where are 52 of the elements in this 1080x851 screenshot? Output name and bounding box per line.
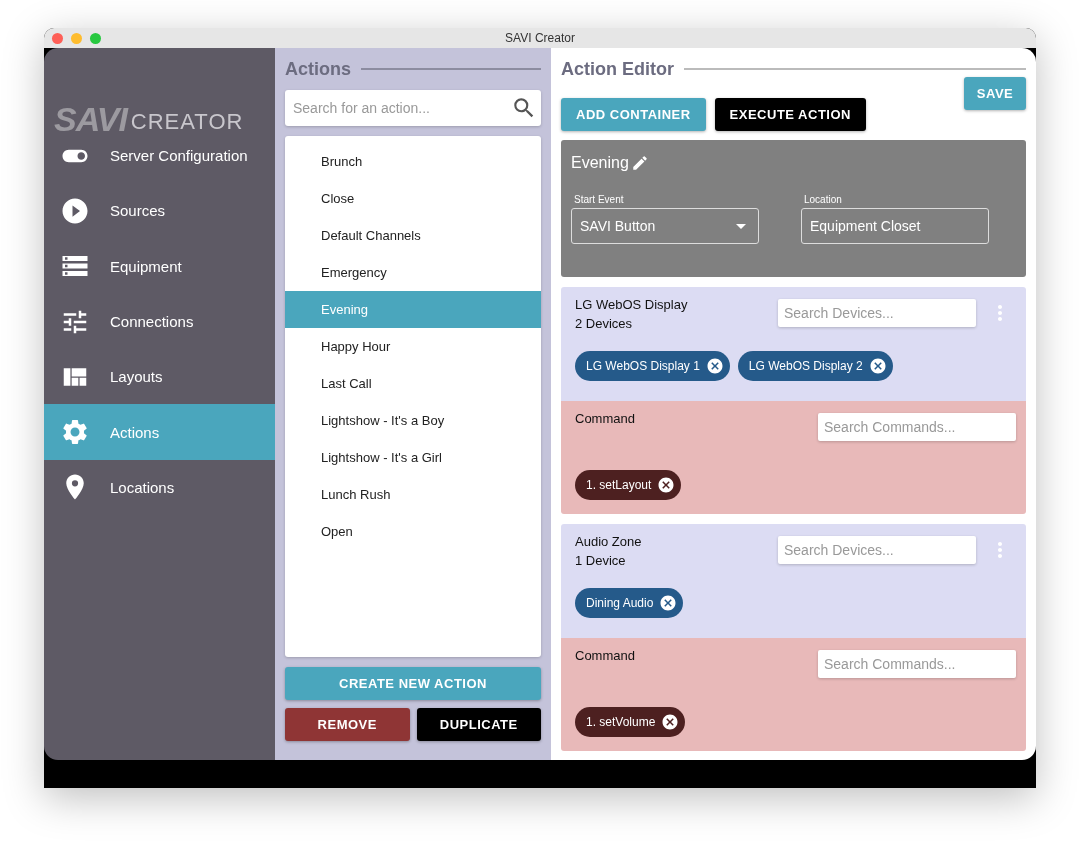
field-label: Location: [803, 194, 843, 205]
start-event-select[interactable]: SAVI Button: [571, 208, 759, 244]
sidebar-item[interactable]: Equipment: [44, 238, 275, 294]
device-search-field[interactable]: Search Devices...: [778, 299, 976, 327]
remove-icon[interactable]: [661, 713, 680, 731]
command-chip[interactable]: 1. setLayout: [575, 470, 682, 500]
action-item[interactable]: Close: [285, 180, 541, 217]
command-chip[interactable]: 1. setVolume: [575, 707, 686, 737]
action-search-field[interactable]: Search for an action...: [285, 90, 541, 126]
panel-title: Action Editor: [561, 58, 674, 80]
duplicate-button[interactable]: DUPLICATE: [416, 708, 541, 741]
command-search-field[interactable]: Search Commands...: [818, 413, 1016, 441]
close-button[interactable]: [52, 33, 63, 44]
action-item[interactable]: Open: [285, 513, 541, 550]
window-title: SAVI Creator: [505, 31, 575, 45]
command-label: Command: [575, 411, 635, 426]
edit-icon[interactable]: [630, 154, 649, 172]
action-item[interactable]: Emergency: [285, 254, 541, 291]
device-chip[interactable]: LG WebOS Display 1: [575, 351, 730, 381]
action-item[interactable]: Lightshow - It's a Boy: [285, 402, 541, 439]
sidebar-item[interactable]: Locations: [44, 459, 275, 516]
location-field[interactable]: Equipment Closet: [801, 208, 989, 244]
sidebar-item[interactable]: Connections: [44, 293, 275, 350]
action-item[interactable]: Default Channels: [285, 217, 541, 254]
action-item[interactable]: Lunch Rush: [285, 476, 541, 513]
command-search-field[interactable]: Search Commands...: [818, 650, 1016, 678]
logo-word: CREATOR: [130, 109, 244, 136]
sidebar-item[interactable]: Sources: [44, 183, 275, 239]
remove-button[interactable]: REMOVE: [285, 708, 410, 741]
action-item[interactable]: Lightshow - It's a Girl: [285, 439, 541, 476]
action-name: Evening: [571, 154, 629, 172]
execute-action-button[interactable]: EXECUTE ACTION: [714, 98, 866, 131]
remove-icon[interactable]: [659, 594, 678, 612]
remove-icon[interactable]: [657, 476, 676, 494]
container-name: Audio Zone: [575, 534, 642, 549]
panel-title: Actions: [285, 58, 351, 80]
logo-mark: SAVI: [54, 102, 127, 136]
device-search-field[interactable]: Search Devices...: [778, 536, 976, 564]
container-name: LG WebOS Display: [575, 297, 688, 312]
remove-icon[interactable]: [868, 357, 887, 375]
sidebar-item[interactable]: Layouts: [44, 349, 275, 405]
remove-icon[interactable]: [705, 357, 724, 375]
device-chip[interactable]: LG WebOS Display 2: [737, 351, 893, 381]
device-count: 2 Devices: [575, 316, 634, 331]
dropdown-icon: [736, 223, 746, 229]
command-label: Command: [575, 648, 635, 663]
device-chip[interactable]: Dining Audio: [575, 588, 684, 618]
action-item[interactable]: Brunch: [285, 143, 541, 180]
field-label: Start Event: [573, 194, 625, 205]
action-item[interactable]: Last Call: [285, 365, 541, 402]
device-count: 1 Device: [575, 553, 627, 568]
action-item[interactable]: Happy Hour: [285, 328, 541, 365]
